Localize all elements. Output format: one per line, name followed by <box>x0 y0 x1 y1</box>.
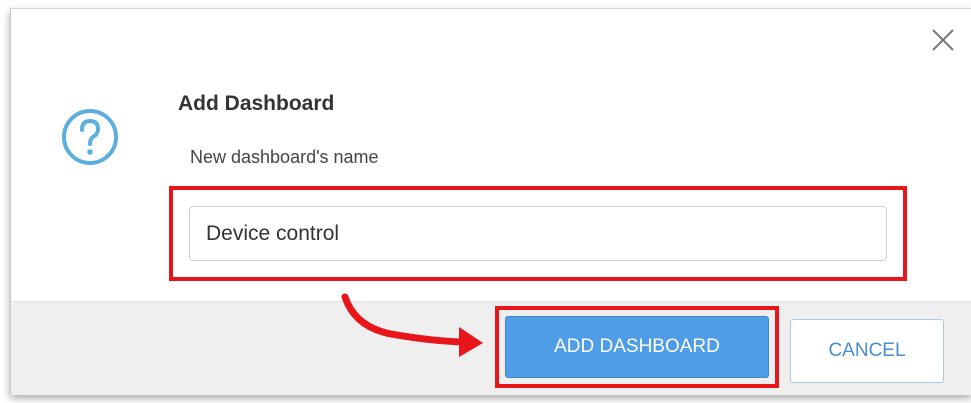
question-circle-icon <box>60 107 120 167</box>
dashboard-name-input[interactable] <box>189 206 887 261</box>
dialog-title: Add Dashboard <box>178 92 335 115</box>
cancel-button[interactable]: CANCEL <box>790 319 944 383</box>
dashboard-name-label: New dashboard's name <box>190 147 379 167</box>
add-dashboard-button[interactable]: ADD DASHBOARD <box>505 316 769 378</box>
add-dashboard-dialog: Add Dashboard New dashboard's name ADD D… <box>10 8 971 395</box>
close-icon[interactable] <box>928 25 958 55</box>
screenshot-canvas: Add Dashboard New dashboard's name ADD D… <box>0 0 971 403</box>
